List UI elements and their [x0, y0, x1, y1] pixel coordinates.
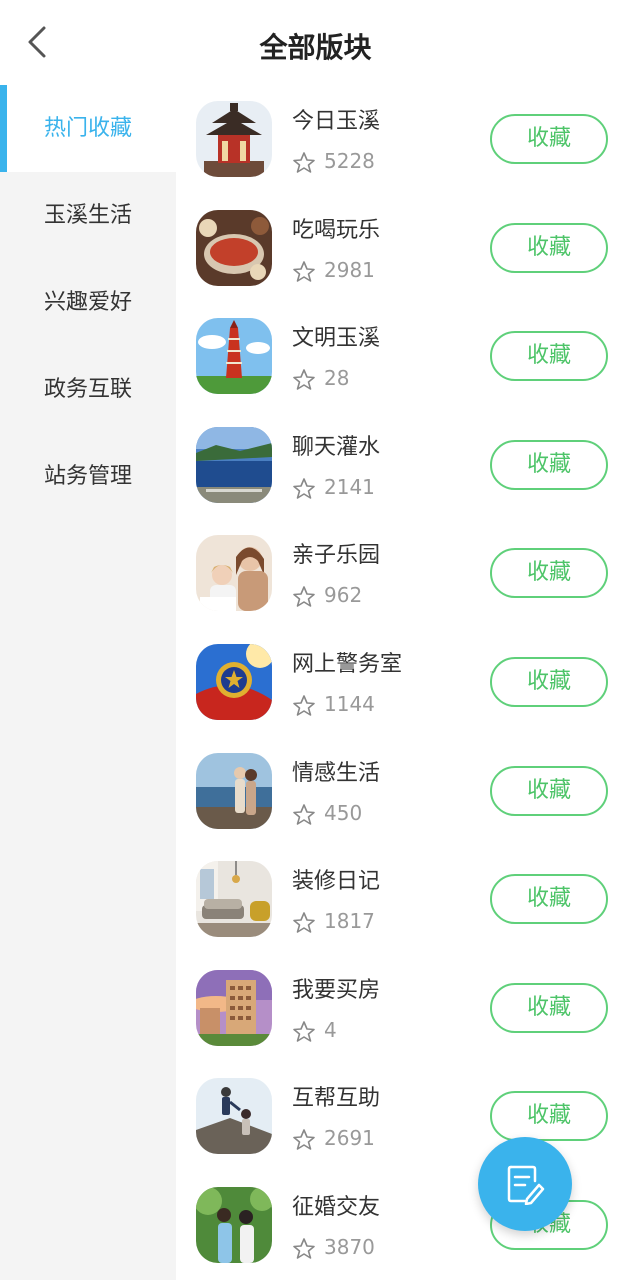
- star-outline-icon: [293, 152, 315, 173]
- forum-thumbnail: [196, 969, 272, 1046]
- sidebar-item-site-admin[interactable]: 站务管理: [0, 433, 176, 520]
- star-outline-icon: [293, 912, 315, 933]
- star-outline-icon: [293, 695, 315, 716]
- forum-name: 装修日记: [292, 869, 381, 895]
- favorite-button[interactable]: 收藏: [490, 548, 608, 599]
- forum-name: 聊天灌水: [292, 434, 381, 460]
- forum-thumbnail: [196, 861, 272, 938]
- favorite-button[interactable]: 收藏: [490, 331, 608, 382]
- list-item[interactable]: 吃喝玩乐 2981 收藏: [176, 194, 631, 303]
- favorite-count: 962: [324, 583, 363, 608]
- star-outline-icon: [293, 1129, 315, 1151]
- star-outline-icon: [293, 369, 315, 390]
- sidebar-item-yuxi-life[interactable]: 玉溪生活: [0, 172, 176, 259]
- sidebar-item-government[interactable]: 政务互联: [0, 346, 176, 433]
- forum-thumbnail: [196, 643, 272, 720]
- forum-name: 文明玉溪: [292, 326, 381, 352]
- list-item[interactable]: 今日玉溪 5228 收藏: [176, 85, 631, 194]
- favorite-button[interactable]: 收藏: [490, 439, 608, 490]
- list-item[interactable]: 网上警务室 1144 收藏: [176, 628, 631, 737]
- forum-thumbnail: [196, 101, 272, 177]
- favorite-button[interactable]: 收藏: [490, 765, 608, 816]
- favorite-button[interactable]: 收藏: [490, 222, 608, 273]
- star-outline-icon: [293, 260, 315, 282]
- forum-thumbnail: [196, 318, 272, 395]
- favorite-count: 28: [324, 366, 350, 391]
- forum-name: 吃喝玩乐: [292, 217, 381, 243]
- favorite-button[interactable]: 收藏: [490, 874, 608, 925]
- forum-name: 情感生活: [292, 760, 381, 786]
- compose-post-button[interactable]: [478, 1137, 572, 1231]
- edit-note-icon: [507, 1165, 545, 1205]
- star-outline-icon: [293, 586, 315, 608]
- favorite-count: 4: [324, 1017, 337, 1042]
- favorite-count: 3870: [324, 1234, 375, 1259]
- forum-thumbnail: [196, 535, 272, 612]
- forum-name: 互帮互助: [292, 1086, 381, 1112]
- list-item[interactable]: 聊天灌水 2141 收藏: [176, 411, 631, 520]
- list-item[interactable]: 互帮互助 2691 收藏: [176, 1062, 631, 1171]
- favorite-button[interactable]: 收藏: [490, 982, 608, 1033]
- list-item[interactable]: 我要买房 4 收藏: [176, 954, 631, 1063]
- forum-name: 网上警务室: [292, 651, 403, 677]
- list-item[interactable]: 亲子乐园 962 收藏: [176, 519, 631, 628]
- forum-thumbnail: [196, 209, 272, 286]
- list-item[interactable]: 情感生活 450 收藏: [176, 737, 631, 846]
- favorite-count: 5228: [324, 149, 375, 173]
- star-outline-icon: [293, 803, 315, 825]
- favorite-button[interactable]: 收藏: [490, 114, 608, 164]
- forum-thumbnail: [196, 426, 272, 503]
- favorite-button[interactable]: 收藏: [490, 656, 608, 707]
- sidebar-item-hot-favorites[interactable]: 热门收藏: [0, 85, 176, 172]
- forum-thumbnail: [196, 1078, 272, 1155]
- forum-name: 征婚交友: [292, 1194, 381, 1220]
- header: 全部版块: [0, 0, 631, 88]
- forum-thumbnail: [196, 1186, 272, 1263]
- forum-thumbnail: [196, 752, 272, 829]
- favorite-count: 450: [324, 800, 363, 825]
- forum-name: 今日玉溪: [292, 109, 381, 134]
- star-outline-icon: [293, 477, 315, 499]
- favorite-button[interactable]: 收藏: [490, 1091, 608, 1142]
- favorite-count: 2141: [324, 474, 375, 499]
- star-outline-icon: [293, 1238, 315, 1259]
- forum-name: 我要买房: [292, 977, 381, 1003]
- favorite-count: 1144: [324, 691, 375, 716]
- page-title: 全部版块: [259, 31, 372, 64]
- favorite-count: 1817: [324, 909, 375, 934]
- sidebar: 热门收藏 玉溪生活 兴趣爱好 政务互联 站务管理: [0, 85, 176, 1280]
- list-item[interactable]: 文明玉溪 28 收藏: [176, 302, 631, 411]
- sidebar-item-hobbies[interactable]: 兴趣爱好: [0, 259, 176, 346]
- forum-name: 亲子乐园: [292, 543, 381, 569]
- favorite-count: 2691: [324, 1126, 375, 1151]
- forum-list: 今日玉溪 5228 收藏 吃喝玩乐 2981 收藏 文明玉溪 28 收藏 聊天灌…: [176, 85, 631, 1280]
- star-outline-icon: [293, 1020, 315, 1042]
- list-item[interactable]: 装修日记 1817 收藏: [176, 845, 631, 954]
- favorite-count: 2981: [324, 257, 375, 282]
